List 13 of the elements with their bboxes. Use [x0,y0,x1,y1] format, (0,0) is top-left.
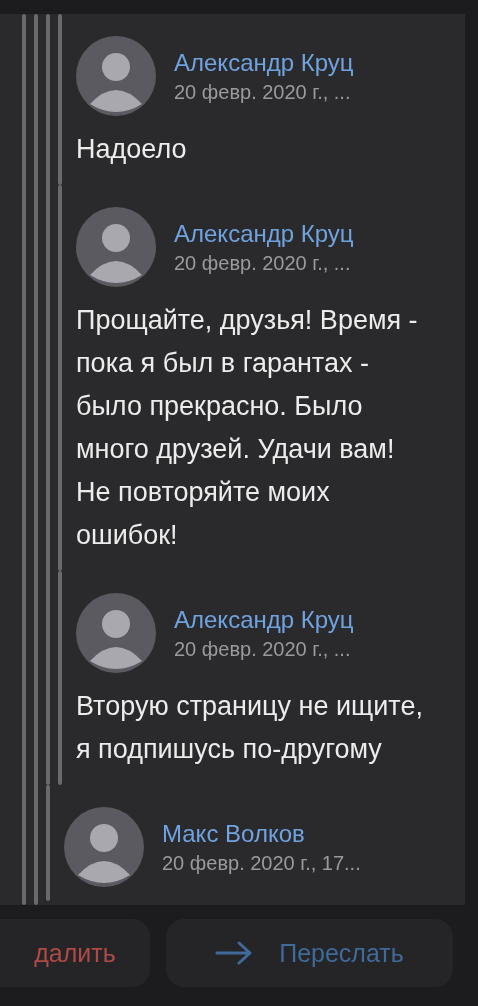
author-name[interactable]: Александр Круц [174,48,354,77]
message-date: 20 февр. 2020 г., ... [174,251,352,275]
message-text: Надоело [76,133,188,166]
author-name[interactable]: Александр Круц [174,605,354,634]
author-name[interactable]: Александр Круц [174,219,354,248]
message-text: Прощайте, друзья! Время - пока я был в гарантах - было прекрасно. Было много друзей. Удачи вам! Не повторяйте моих ошибок! [76,304,419,552]
arrow-right-icon [215,941,254,965]
author-name[interactable]: Макс Волков [162,819,361,848]
message-text: Вторую страницу не ищите, я подпишусь по-другому [76,690,424,766]
message-date: 20 февр. 2020 г., 17... [162,851,361,875]
message-date: 20 февр. 2020 г., ... [174,80,352,104]
delete-button[interactable]: далить [0,919,150,987]
message-date: 20 февр. 2020 г., ... [174,637,352,661]
